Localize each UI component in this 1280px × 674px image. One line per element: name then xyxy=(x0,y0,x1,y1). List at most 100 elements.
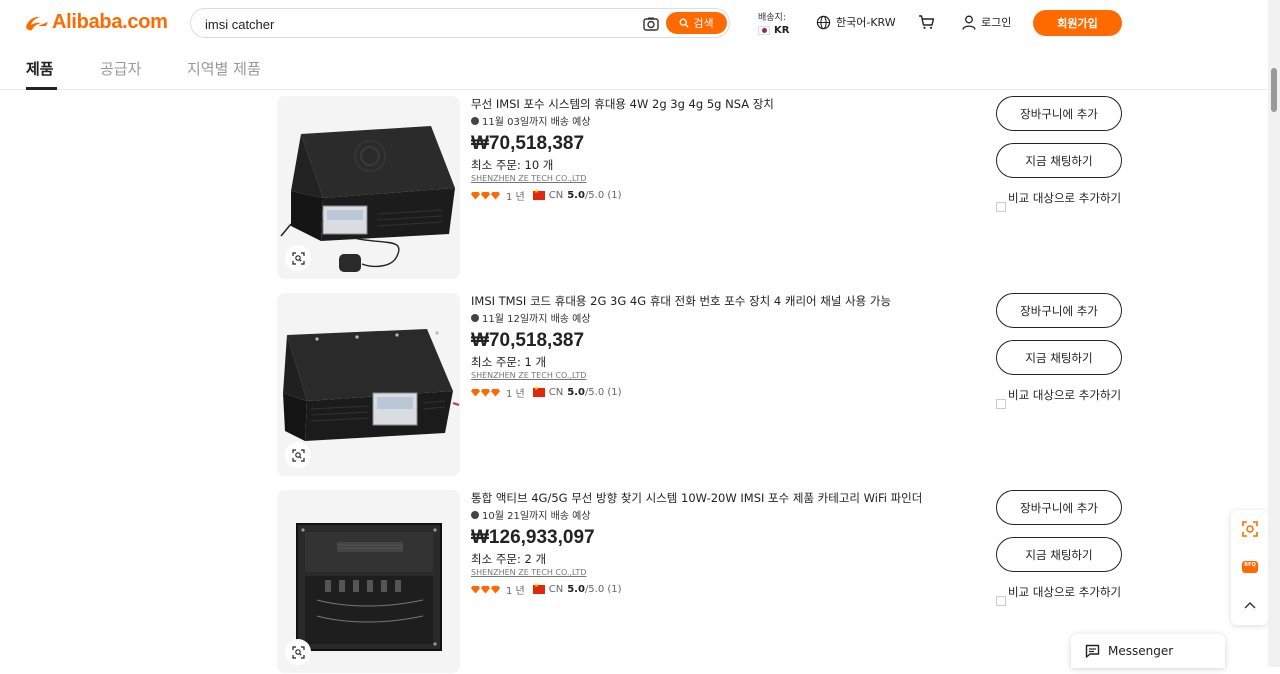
search-input[interactable] xyxy=(205,15,625,33)
image-search-icon xyxy=(291,448,305,462)
compare-label: 비교 대상으로 추가하기 xyxy=(1008,191,1122,205)
user-icon xyxy=(962,15,976,30)
delivery-icon xyxy=(471,510,479,519)
add-to-cart-button[interactable]: 장바구니에 추가 xyxy=(996,96,1122,131)
supplier-link[interactable]: SHENZHEN ZE TECH CO.,LTD xyxy=(471,371,586,380)
china-flag-icon xyxy=(532,385,545,397)
supplier-years: 1 년 xyxy=(506,192,525,203)
image-search-float-button[interactable] xyxy=(1240,519,1260,539)
product-card: IMSI TMSI 코드 휴대용 2G 3G 4G 휴대 전화 번호 포수 장치… xyxy=(277,293,1127,477)
search-button[interactable]: 검색 xyxy=(666,12,727,34)
add-to-cart-button[interactable]: 장바구니에 추가 xyxy=(996,293,1122,328)
signup-button[interactable]: 회원가입 xyxy=(1033,10,1122,36)
globe-icon xyxy=(816,15,831,29)
diamond-icon xyxy=(471,191,480,200)
supplier-meta: 1 년 CN 5.0 /5.0 (1) xyxy=(471,582,622,597)
language-label: 한국어-KRW xyxy=(836,16,896,29)
image-search-button[interactable] xyxy=(285,442,311,468)
korea-flag-icon xyxy=(758,26,770,35)
compare-checkbox[interactable] xyxy=(996,596,1006,606)
camera-icon[interactable] xyxy=(642,15,660,33)
chat-now-button[interactable]: 지금 채팅하기 xyxy=(996,537,1122,572)
diamond-icon xyxy=(481,388,490,397)
min-order: 최소 주문: 1 개 xyxy=(471,355,547,369)
supplier-years: 1 년 xyxy=(506,389,525,400)
page-scrollbar[interactable] xyxy=(1268,0,1280,667)
ship-to-selector[interactable]: 배송지: KR xyxy=(758,10,798,36)
alibaba-logo[interactable]: Alibaba.com xyxy=(24,11,168,34)
compare-option[interactable]: 비교 대상으로 추가하기 xyxy=(996,190,1126,212)
scan-icon xyxy=(1242,521,1258,537)
chevron-up-icon xyxy=(1244,602,1256,609)
compare-option[interactable]: 비교 대상으로 추가하기 xyxy=(996,387,1126,409)
product-card: 무선 IMSI 포수 시스템의 휴대용 4W 2g 3g 4g 5g NSA 장… xyxy=(277,96,1127,280)
rating-suffix: /5.0 (1) xyxy=(584,190,622,201)
compare-option[interactable]: 비교 대상으로 추가하기 xyxy=(996,584,1126,606)
tab-suppliers[interactable]: 공급자 xyxy=(100,58,141,79)
diamond-icon xyxy=(491,191,500,200)
cart-icon xyxy=(919,15,935,29)
supplier-years: 1 년 xyxy=(506,586,525,597)
delivery-estimate: 10월 21일까지 배송 예상 xyxy=(471,507,591,522)
tab-products[interactable]: 제품 xyxy=(26,58,54,79)
messenger-label: Messenger xyxy=(1108,644,1174,658)
min-order: 최소 주문: 10 개 xyxy=(471,158,554,172)
floating-toolbar: RFQ xyxy=(1231,510,1268,625)
diamond-icon xyxy=(471,388,480,397)
supplier-link[interactable]: SHENZHEN ZE TECH CO.,LTD xyxy=(471,174,586,183)
rating-value: 5.0 xyxy=(567,387,585,398)
supplier-link[interactable]: SHENZHEN ZE TECH CO.,LTD xyxy=(471,568,586,577)
product-price: ₩126,933,097 xyxy=(471,527,595,548)
compare-checkbox[interactable] xyxy=(996,202,1006,212)
delivery-estimate: 11월 12일까지 배송 예상 xyxy=(471,310,591,325)
search-bar: 검색 xyxy=(190,8,730,38)
product-title[interactable]: 통합 액티브 4G/5G 무선 방향 찾기 시스템 10W-20W IMSI 포… xyxy=(471,490,971,506)
language-selector[interactable]: 한국어-KRW xyxy=(816,14,896,30)
supplier-country: CN xyxy=(548,584,564,595)
image-search-button[interactable] xyxy=(285,639,311,665)
diamond-icon xyxy=(491,585,500,594)
alibaba-logo-icon xyxy=(26,16,48,30)
messenger-button[interactable]: Messenger xyxy=(1071,634,1225,668)
diamond-icon xyxy=(471,585,480,594)
search-icon xyxy=(679,18,689,28)
delivery-icon xyxy=(471,313,479,322)
image-search-icon xyxy=(291,645,305,659)
rfq-label: RFQ xyxy=(1244,562,1256,568)
rating-suffix: /5.0 (1) xyxy=(584,584,622,595)
chat-now-button[interactable]: 지금 채팅하기 xyxy=(996,143,1122,178)
diamond-icon xyxy=(481,191,490,200)
scrollbar-thumb[interactable] xyxy=(1271,68,1277,112)
image-search-icon xyxy=(291,251,305,265)
delivery-icon xyxy=(471,116,479,125)
login-button[interactable]: 로그인 xyxy=(962,14,1011,30)
compare-label: 비교 대상으로 추가하기 xyxy=(1008,585,1122,599)
product-price: ₩70,518,387 xyxy=(471,330,585,351)
product-image[interactable] xyxy=(277,490,460,673)
top-header: Alibaba.com 검색 배송지: KR 한국어-KRW xyxy=(0,0,1280,46)
rfq-button[interactable]: RFQ xyxy=(1240,557,1260,577)
back-to-top-button[interactable] xyxy=(1240,595,1260,615)
diamond-icon xyxy=(491,388,500,397)
supplier-country: CN xyxy=(548,190,564,201)
compare-checkbox[interactable] xyxy=(996,399,1006,409)
search-button-label: 검색 xyxy=(693,17,714,30)
delivery-text: 10월 21일까지 배송 예상 xyxy=(482,511,591,522)
add-to-cart-button[interactable]: 장바구니에 추가 xyxy=(996,490,1122,525)
product-price: ₩70,518,387 xyxy=(471,133,585,154)
cart-button[interactable] xyxy=(918,14,935,34)
min-order: 최소 주문: 2 개 xyxy=(471,552,547,566)
rating-suffix: /5.0 (1) xyxy=(584,387,622,398)
supplier-country: CN xyxy=(548,387,564,398)
chat-now-button[interactable]: 지금 채팅하기 xyxy=(996,340,1122,375)
tab-regional-products[interactable]: 지역별 제품 xyxy=(187,58,261,79)
product-image[interactable] xyxy=(277,293,460,476)
supplier-meta: 1 년 CN 5.0 /5.0 (1) xyxy=(471,385,622,400)
ship-to-label: 배송지: xyxy=(758,13,786,23)
product-title[interactable]: 무선 IMSI 포수 시스템의 휴대용 4W 2g 3g 4g 5g NSA 장… xyxy=(471,96,971,112)
product-title[interactable]: IMSI TMSI 코드 휴대용 2G 3G 4G 휴대 전화 번호 포수 장치… xyxy=(471,293,971,309)
product-image[interactable] xyxy=(277,96,460,279)
image-search-button[interactable] xyxy=(285,245,311,271)
active-tab-indicator xyxy=(26,87,57,90)
login-label: 로그인 xyxy=(981,16,1012,29)
